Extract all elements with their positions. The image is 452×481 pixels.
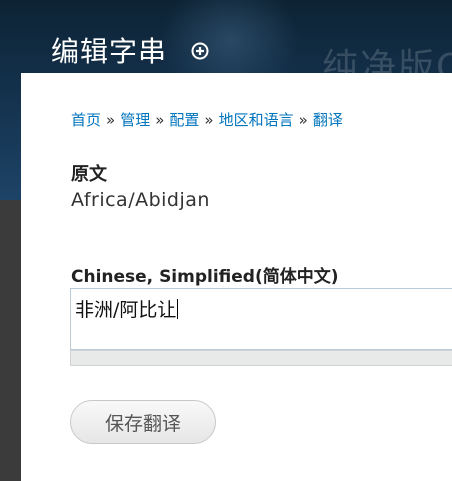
breadcrumb-separator: » [106,111,116,129]
translation-textarea[interactable]: 非洲/阿比让 [70,288,452,350]
save-translation-button[interactable]: 保存翻译 [70,400,216,444]
translation-text: 非洲/阿比让 [75,299,177,321]
breadcrumb-home-link[interactable]: 首页 [71,111,101,129]
breadcrumb-separator: » [204,111,214,129]
textarea-resize-handle[interactable] [70,350,452,366]
translation-label: Chinese, Simplified(简体中文) [71,267,339,287]
main-content: 首页» 管理» 配置» 地区和语言» 翻译 原文 Africa/Abidjan Chin… [21,73,452,481]
source-value: Africa/Abidjan [71,189,210,211]
breadcrumb-separator: » [298,111,308,129]
add-shortcut-icon[interactable] [191,42,209,60]
breadcrumb-translate-link[interactable]: 翻译 [313,111,343,129]
breadcrumb-admin-link[interactable]: 管理 [120,111,150,129]
breadcrumb-config-link[interactable]: 配置 [169,111,199,129]
breadcrumb-regional-link[interactable]: 地区和语言 [219,111,294,129]
source-label: 原文 [71,164,107,185]
breadcrumb-separator: » [155,111,165,129]
page-title: 编辑字串 [51,35,168,68]
text-caret [177,299,179,319]
breadcrumb: 首页» 管理» 配置» 地区和语言» 翻译 [71,109,343,130]
